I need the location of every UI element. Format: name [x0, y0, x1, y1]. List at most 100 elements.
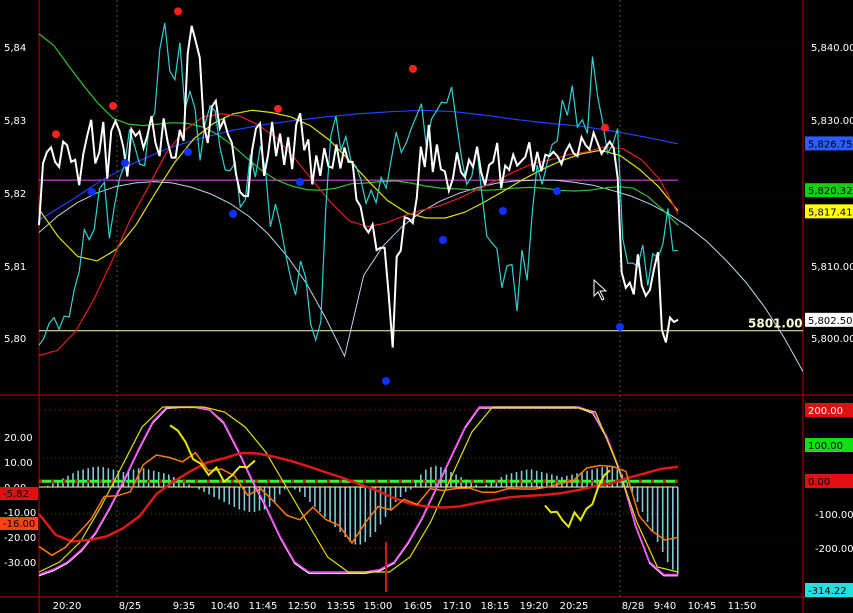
marker-blue-dot[interactable] [121, 159, 129, 167]
histogram-bar[interactable] [213, 487, 215, 497]
histogram-bar[interactable] [258, 487, 261, 511]
histogram-bar[interactable] [233, 487, 236, 507]
histogram-bar[interactable] [384, 487, 387, 517]
marker-blue-dot[interactable] [296, 178, 304, 186]
histogram-bar[interactable] [430, 467, 432, 487]
histogram-bar[interactable] [314, 487, 316, 507]
histogram-bar[interactable] [344, 487, 346, 537]
osc-tick-right: -100.00 [815, 510, 853, 521]
histogram-bar[interactable] [309, 487, 311, 502]
histogram-bar[interactable] [677, 487, 679, 575]
histogram-bar[interactable] [97, 466, 99, 488]
histogram-bar[interactable] [404, 487, 407, 492]
histogram-bar[interactable] [651, 487, 654, 532]
osc-left-tag: -5.82 [3, 489, 29, 500]
histogram-bar[interactable] [530, 469, 533, 488]
histogram-bar[interactable] [304, 487, 306, 497]
histogram-bar[interactable] [661, 487, 664, 552]
histogram-bar[interactable] [102, 467, 105, 487]
histogram-bar[interactable] [591, 469, 593, 488]
histogram-bar[interactable] [137, 468, 140, 487]
histogram-bar[interactable] [515, 472, 518, 487]
histogram-bar[interactable] [520, 470, 523, 487]
histogram-bar[interactable] [359, 487, 362, 545]
histogram-bar[interactable] [364, 487, 367, 542]
time-label: 8/25 [119, 601, 141, 612]
histogram-bar[interactable] [157, 472, 160, 487]
osc-tick-right: -200.00 [815, 544, 853, 555]
marker-blue-dot[interactable] [616, 323, 624, 331]
time-label: 20:20 [53, 601, 82, 612]
histogram-bar[interactable] [616, 469, 619, 488]
histogram-bar[interactable] [142, 468, 145, 487]
marker-red-dot[interactable] [52, 130, 60, 139]
price-tick-right: 5,830.00 [811, 116, 853, 127]
histogram-bar[interactable] [672, 487, 674, 570]
time-label: 15:00 [364, 601, 393, 612]
histogram-bar[interactable] [349, 487, 351, 542]
marker-red-dot[interactable] [409, 64, 417, 73]
histogram-bar[interactable] [238, 487, 241, 510]
histogram-bar[interactable] [273, 487, 276, 502]
histogram-bar[interactable] [641, 487, 644, 512]
histogram-bar[interactable] [208, 487, 210, 495]
histogram-bar[interactable] [646, 487, 649, 522]
time-label: 17:10 [443, 601, 472, 612]
marker-blue-dot[interactable] [382, 377, 390, 385]
histogram-bar[interactable] [525, 469, 528, 488]
marker-red-dot[interactable] [174, 7, 182, 16]
histogram-bar[interactable] [52, 483, 54, 487]
price-tag: 5,826.75 [808, 139, 853, 150]
histogram-bar[interactable] [299, 487, 301, 492]
reference-line-label: 5801.00 [748, 317, 803, 331]
price-tag: 5,817.41 [808, 207, 853, 218]
histogram-bar[interactable] [107, 468, 110, 487]
marker-blue-dot[interactable] [499, 207, 507, 215]
histogram-bar[interactable] [87, 468, 89, 487]
histogram-bar[interactable] [334, 487, 336, 527]
histogram-bar[interactable] [82, 469, 84, 488]
histogram-bar[interactable] [152, 470, 155, 487]
price-tick-left: 5,83 [4, 116, 26, 127]
histogram-bar[interactable] [278, 487, 281, 495]
histogram-bar[interactable] [228, 487, 231, 505]
histogram-bar[interactable] [425, 469, 427, 488]
marker-blue-dot[interactable] [184, 148, 192, 156]
histogram-bar[interactable] [253, 487, 256, 512]
histogram-bar[interactable] [329, 487, 331, 522]
histogram-bar[interactable] [596, 468, 598, 487]
histogram-bar[interactable] [399, 487, 402, 497]
histogram-bar[interactable] [324, 487, 326, 517]
histogram-bar[interactable] [435, 465, 437, 487]
histogram-bar[interactable] [445, 469, 447, 488]
histogram-bar[interactable] [147, 469, 150, 488]
time-label: 18:15 [481, 601, 510, 612]
marker-red-dot[interactable] [274, 104, 282, 113]
histogram-bar[interactable] [636, 487, 639, 502]
osc-right-tag: 0.00 [808, 477, 830, 488]
marker-red-dot[interactable] [601, 123, 609, 132]
histogram-bar[interactable] [218, 487, 220, 500]
marker-blue-dot[interactable] [553, 187, 561, 195]
histogram-bar[interactable] [369, 487, 372, 537]
price-tick-right: 5,800.00 [811, 334, 853, 345]
histogram-bar[interactable] [586, 470, 588, 487]
marker-red-dot[interactable] [109, 101, 117, 110]
marker-blue-dot[interactable] [88, 188, 96, 196]
histogram-bar[interactable] [319, 487, 321, 512]
osc-right-tag: 200.00 [808, 406, 843, 417]
histogram-bar[interactable] [666, 487, 669, 562]
osc-tick-left: 10.00 [4, 458, 33, 469]
histogram-bar[interactable] [540, 472, 543, 487]
histogram-bar[interactable] [223, 487, 225, 502]
price-tick-left: 5,84 [4, 43, 26, 54]
marker-blue-dot[interactable] [439, 236, 447, 244]
histogram-bar[interactable] [535, 470, 538, 487]
histogram-bar[interactable] [203, 487, 205, 492]
histogram-bar[interactable] [389, 487, 392, 510]
histogram-bar[interactable] [248, 487, 251, 512]
histogram-bar[interactable] [77, 470, 79, 487]
histogram-bar[interactable] [92, 467, 94, 487]
histogram-bar[interactable] [581, 472, 583, 487]
marker-blue-dot[interactable] [229, 210, 237, 218]
